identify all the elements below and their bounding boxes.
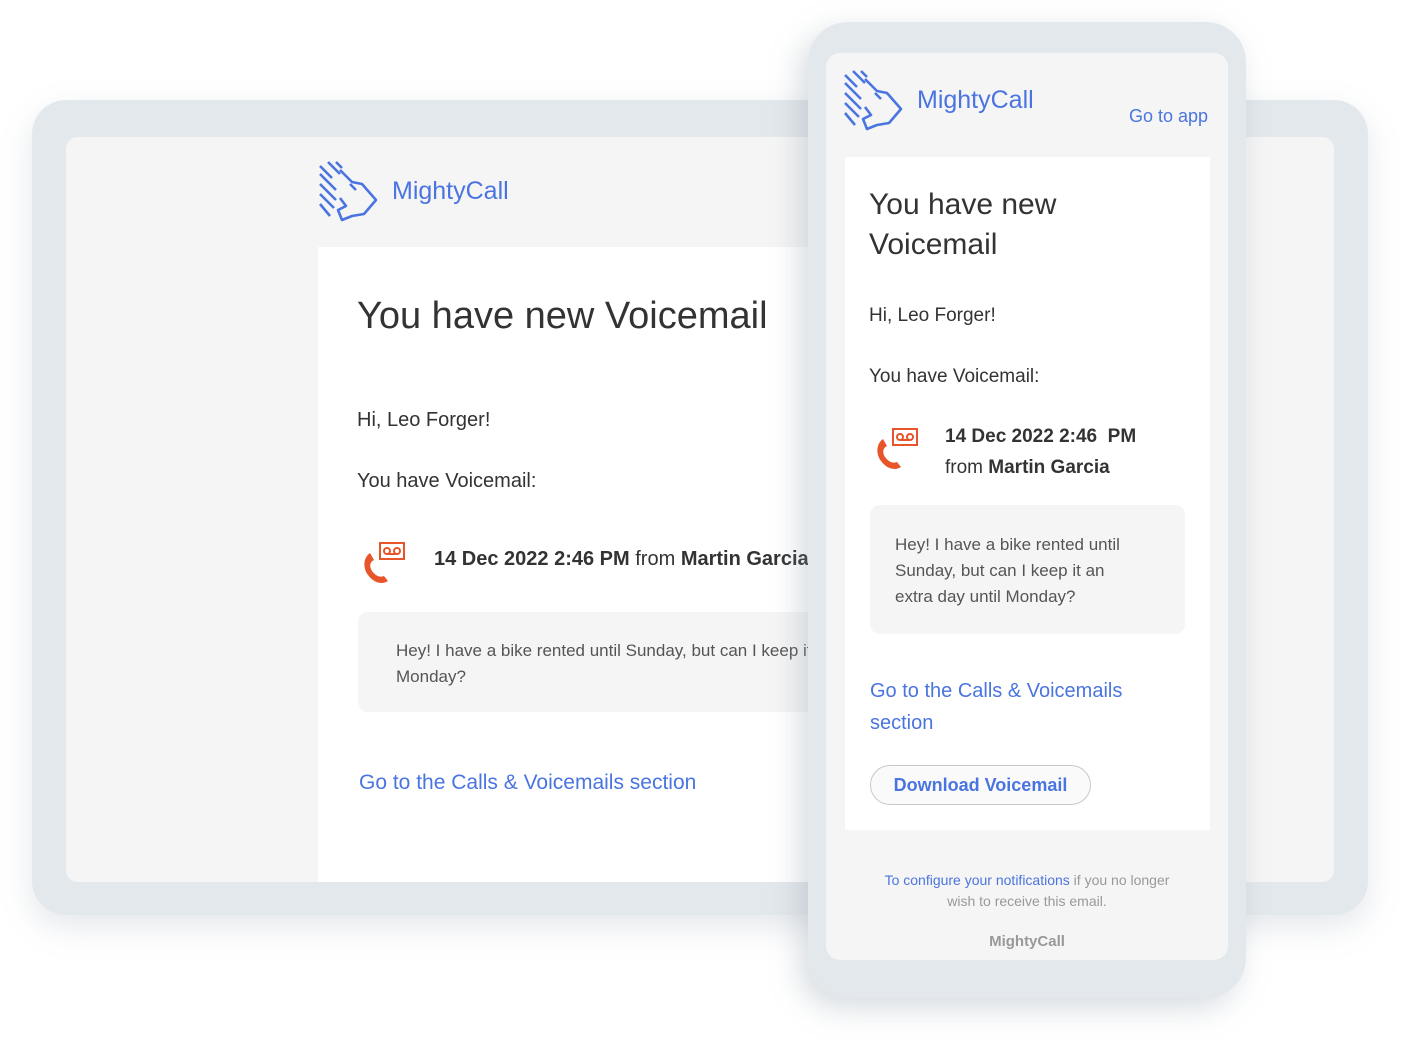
brand-name: MightyCall [392, 176, 509, 205]
go-to-app-link[interactable]: Go to app [1129, 106, 1208, 127]
from-label: from [635, 548, 676, 570]
footer-text: if you no longer [1069, 872, 1170, 888]
footer-brand: MightyCall [989, 933, 1065, 950]
email-title: You have new Voicemail [357, 295, 768, 337]
from-label: from [945, 457, 983, 478]
transcript-line: Hey! I have a bike rented until [895, 535, 1120, 554]
email-title: You have new Voicemail [869, 185, 1056, 265]
transcript-line: Sunday, but can I keep it an [895, 561, 1105, 580]
configure-notifications-link[interactable]: To configure your notifications [885, 872, 1070, 888]
voicemail-icon [360, 541, 406, 585]
link-line: section [870, 712, 934, 734]
voicemail-icon [873, 427, 919, 471]
voicemail-datetime: 14 Dec 2022 2:46 PM [434, 548, 630, 570]
calls-voicemails-link[interactable]: Go to the Calls & Voicemails section [870, 675, 1122, 739]
greeting: Hi, Leo Forger! [869, 305, 996, 326]
footer-text: wish to receive this email. [947, 893, 1107, 909]
title-line: Voicemail [869, 228, 998, 261]
link-line: Go to the Calls & Voicemails [870, 680, 1123, 702]
download-voicemail-button[interactable]: Download Voicemail [870, 765, 1091, 805]
voicemail-transcript: Hey! I have a bike rented until Sunday, … [870, 505, 1185, 634]
greeting: Hi, Leo Forger! [357, 409, 491, 431]
brand-name: MightyCall [917, 85, 1034, 114]
email-card: You have new Voicemail Hi, Leo Forger! Y… [845, 157, 1210, 830]
title-line: You have new [869, 188, 1057, 221]
lion-logo-icon [843, 69, 903, 131]
lion-logo-icon [318, 160, 378, 222]
caller-name: Martin Garcia [988, 457, 1110, 478]
voicemail-datetime: 14 Dec 2022 2:46 PM [945, 426, 1137, 447]
transcript-line: extra day until Monday? [895, 587, 1076, 606]
calls-voicemails-link[interactable]: Go to the Calls & Voicemails section [359, 771, 696, 795]
footer-notice: To configure your notifications if you n… [826, 870, 1228, 912]
desktop-logo: MightyCall [318, 160, 509, 222]
caller-name: Martin Garcia [680, 548, 809, 570]
phone-frame: MightyCall Go to app You have new Voicem… [808, 22, 1246, 998]
voicemail-meta: 14 Dec 2022 2:46 PM from Martin Garcia [945, 421, 1136, 483]
voicemail-meta: 14 Dec 2022 2:46 PM from Martin Garcia [434, 548, 809, 571]
mobile-logo: MightyCall [843, 69, 1034, 131]
voicemail-intro: You have Voicemail: [869, 366, 1040, 387]
voicemail-intro: You have Voicemail: [357, 470, 537, 492]
phone-screen: MightyCall Go to app You have new Voicem… [826, 53, 1228, 960]
